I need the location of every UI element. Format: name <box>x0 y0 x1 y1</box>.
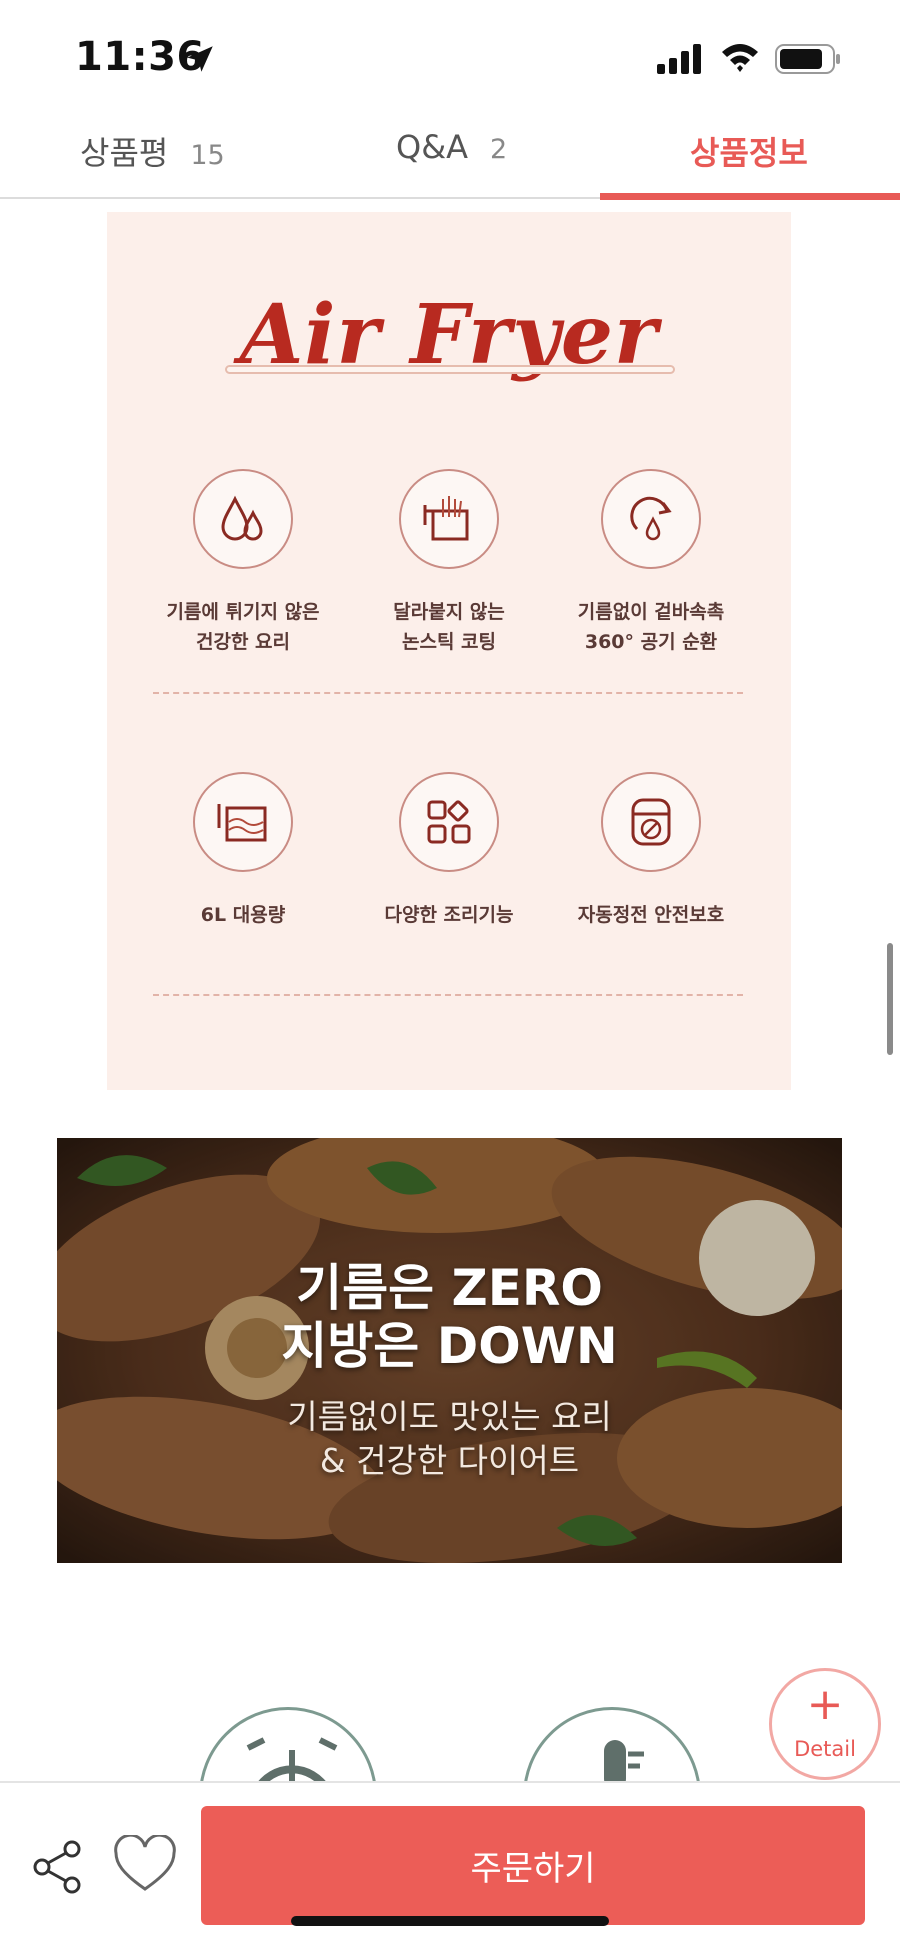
share-icon[interactable] <box>32 1839 84 1895</box>
banner-subtext-1: 기름없이도 맛있는 요리 <box>287 1397 612 1436</box>
battery-icon <box>775 44 840 74</box>
plus-icon: + <box>806 1679 844 1730</box>
status-bar: 11:36 <box>0 0 900 110</box>
order-button[interactable]: 주문하기 <box>201 1806 865 1925</box>
feature-auto-shutoff: 자동정전 안전보호 <box>541 772 761 930</box>
divider-dashed <box>153 994 743 996</box>
tab-qa-count: 2 <box>490 134 508 165</box>
tab-reviews-label: 상품평 <box>80 134 169 172</box>
tab-reviews[interactable]: 상품평 15 <box>80 128 225 188</box>
hot-air-circulation-icon <box>601 469 701 569</box>
feature-label: 6L 대용량 <box>200 904 286 926</box>
feature-label: 자동정전 안전보호 <box>577 904 725 926</box>
heart-icon[interactable] <box>114 1835 176 1893</box>
tab-reviews-count: 15 <box>190 140 225 171</box>
tab-qa-label: Q&A <box>396 128 469 166</box>
tab-product-info[interactable]: 상품정보 <box>690 128 808 188</box>
product-info-card: Air Fryer 기름에 튀기지 않은 건강한 요리 달라붙지 않는 논스틱 … <box>107 212 791 1090</box>
capacity-basket-icon <box>193 772 293 872</box>
banner-headline-2: 지방은 DOWN <box>281 1317 618 1375</box>
tab-product-info-label: 상품정보 <box>690 134 808 172</box>
feature-label: 다양한 조리기능 <box>384 904 514 926</box>
detail-button[interactable]: + Detail <box>769 1668 881 1780</box>
feature-label: 기름에 튀기지 않은 건강한 요리 <box>166 601 320 653</box>
divider-dashed <box>153 692 743 694</box>
feature-healthy-cooking: 기름에 튀기지 않은 건강한 요리 <box>133 469 353 657</box>
feature-capacity: 6L 대용량 <box>133 772 353 930</box>
tab-qa[interactable]: Q&A 2 <box>396 128 507 188</box>
fries-basket-icon <box>399 469 499 569</box>
auto-shutoff-icon <box>601 772 701 872</box>
home-indicator[interactable] <box>291 1916 609 1926</box>
detail-button-label: Detail <box>794 1737 856 1761</box>
title-underline <box>225 365 675 374</box>
feature-cooking-modes: 다양한 조리기능 <box>339 772 559 930</box>
product-tabs: 상품평 15 Q&A 2 상품정보 <box>0 110 900 200</box>
wifi-icon <box>722 44 758 72</box>
feature-label: 기름없이 겉바속촉 360° 공기 순환 <box>577 601 725 653</box>
location-arrow-icon <box>187 46 213 72</box>
active-tab-indicator <box>600 193 900 200</box>
oil-drops-icon <box>193 469 293 569</box>
cooking-modes-icon <box>399 772 499 872</box>
cellular-signal-icon <box>657 44 701 74</box>
scrollbar[interactable] <box>887 943 893 1055</box>
feature-nonstick: 달라붙지 않는 논스틱 코팅 <box>339 469 559 657</box>
feature-label: 달라붙지 않는 논스틱 코팅 <box>393 601 505 653</box>
feature-air-circulation: 기름없이 겉바속촉 360° 공기 순환 <box>541 469 761 657</box>
banner-subtext-2: & 건강한 다이어트 <box>319 1441 580 1480</box>
chicken-wings-banner: 기름은 ZERO 지방은 DOWN 기름없이도 맛있는 요리 & 건강한 다이어… <box>57 1138 842 1563</box>
